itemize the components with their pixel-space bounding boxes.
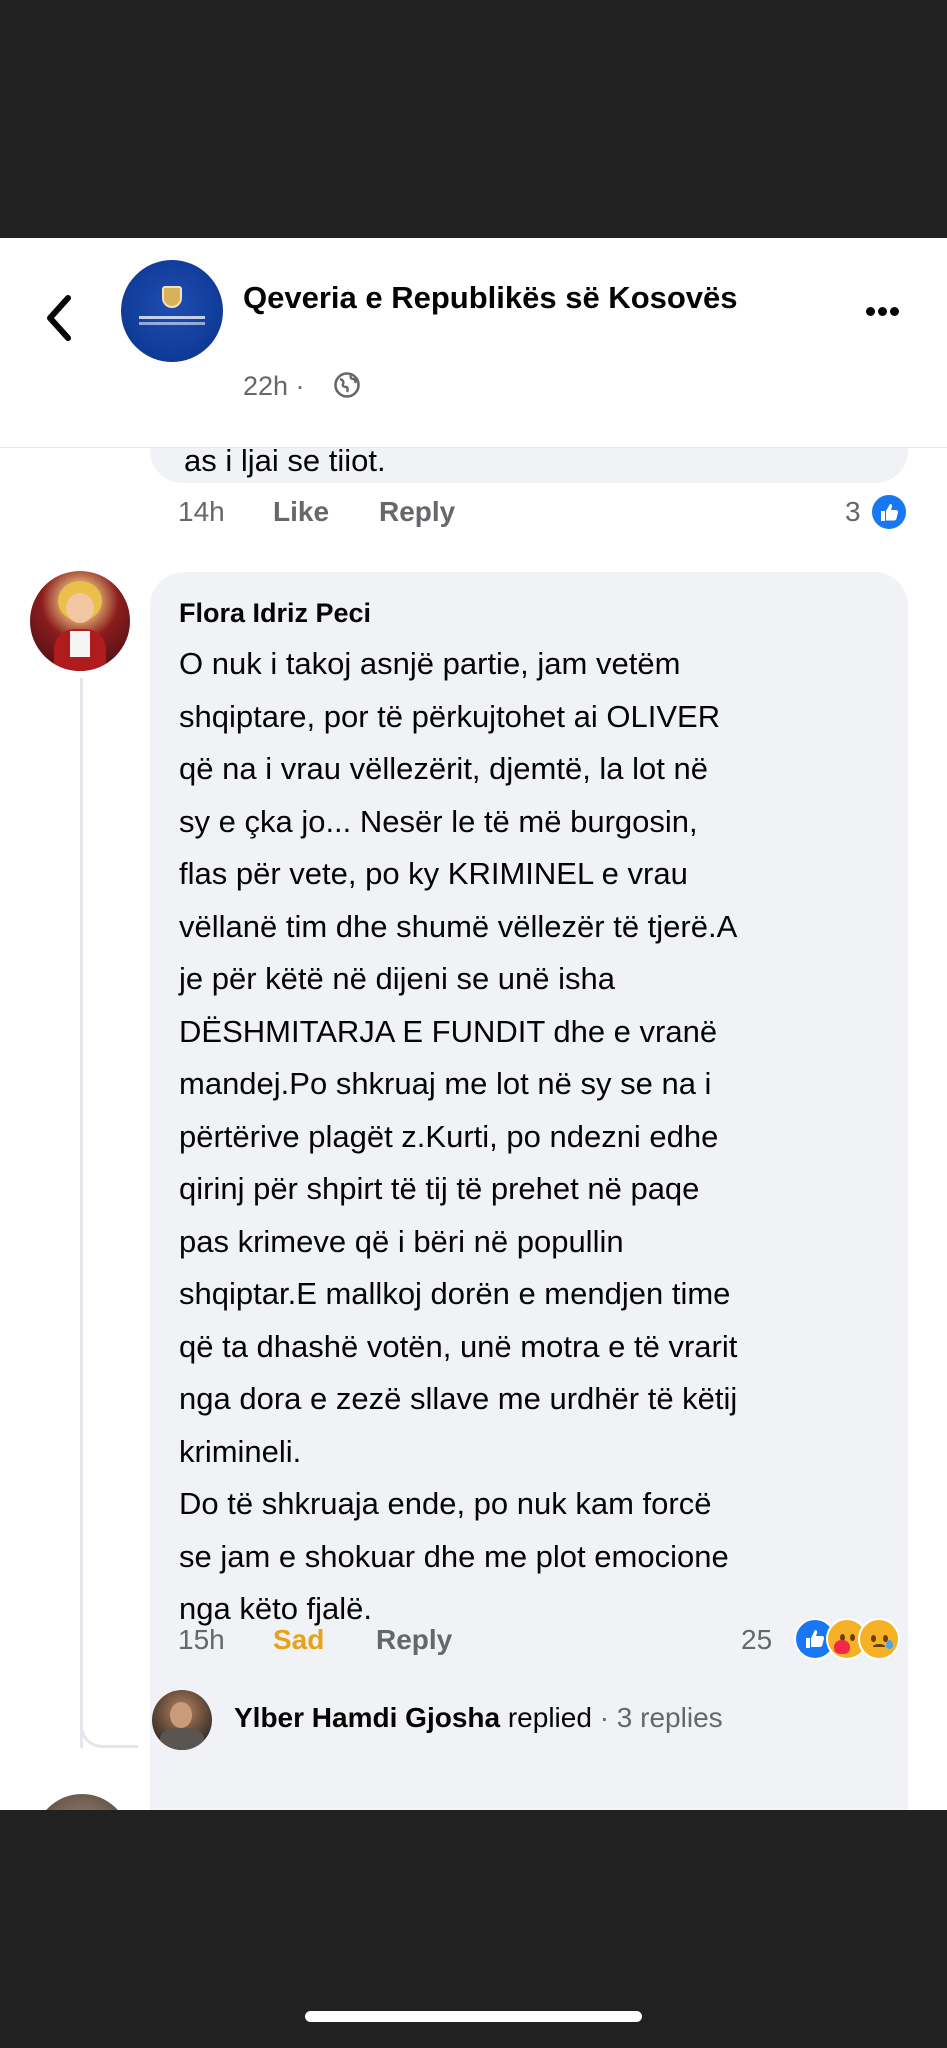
home-indicator[interactable] — [305, 2011, 642, 2022]
thread-line — [80, 678, 83, 1748]
replier-avatar — [152, 1690, 212, 1750]
comment-reaction-count[interactable]: 25 — [741, 1624, 772, 1656]
commenter-avatar[interactable] — [30, 571, 130, 671]
replies-count: · 3 replies — [591, 1702, 723, 1733]
kosovo-emblem-icon — [162, 286, 182, 308]
replier-name: Ylber Hamdi Gjosha — [234, 1702, 501, 1733]
page-avatar[interactable] — [121, 260, 223, 362]
next-comment-bubble — [150, 1794, 908, 1810]
post-header: Qeveria e Republikës së Kosovës 22h · — [0, 238, 947, 448]
globe-icon — [334, 372, 360, 398]
sad-icon — [858, 1618, 900, 1660]
comment-text: O nuk i takoj asnjë partie, jam vetëm sh… — [179, 646, 738, 1626]
previous-comment-time: 14h — [178, 496, 225, 527]
reply-button[interactable]: Reply — [379, 496, 455, 528]
back-button[interactable] — [40, 288, 80, 348]
header-divider — [0, 447, 947, 448]
more-options-button[interactable] — [866, 303, 910, 323]
sad-reaction-button[interactable]: Sad — [273, 1624, 324, 1656]
comment-time: 15h — [178, 1624, 225, 1655]
replies-summary[interactable]: Ylber Hamdi Gjosha replied · 3 replies — [234, 1702, 723, 1734]
comment-author[interactable]: Flora Idriz Peci — [179, 598, 371, 629]
previous-comment-text: as i ljai se tiiot. — [184, 443, 386, 478]
previous-reaction-count[interactable]: 3 — [845, 496, 861, 528]
like-icon — [870, 493, 908, 531]
screenshot-frame: as i ljai se tiiot. 14h Like Reply 3 Flo… — [0, 0, 947, 2048]
thread-connector — [80, 1678, 138, 1748]
replied-label: replied — [500, 1702, 592, 1733]
facebook-post-view: as i ljai se tiiot. 14h Like Reply 3 Flo… — [0, 238, 947, 1810]
reaction-summary[interactable] — [794, 1618, 920, 1662]
like-button[interactable]: Like — [273, 496, 329, 528]
reply-button[interactable]: Reply — [376, 1624, 452, 1656]
post-time: 22h · — [243, 371, 305, 401]
page-name[interactable]: Qeveria e Republikës së Kosovës — [243, 274, 763, 322]
next-commenter-avatar[interactable] — [34, 1794, 130, 1810]
chevron-left-icon — [47, 295, 71, 341]
